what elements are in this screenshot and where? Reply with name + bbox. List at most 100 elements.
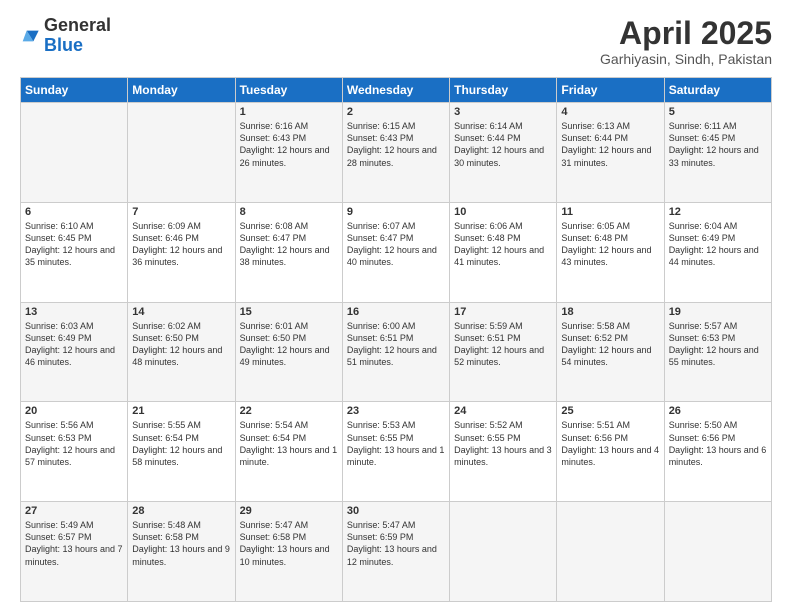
day-number: 2 [347,106,445,118]
day-number: 6 [25,206,123,218]
day-detail: Sunrise: 5:48 AMSunset: 6:58 PMDaylight:… [132,519,230,568]
day-number: 26 [669,405,767,417]
calendar-cell [21,103,128,203]
day-number: 5 [669,106,767,118]
day-detail: Sunrise: 6:01 AMSunset: 6:50 PMDaylight:… [240,320,338,369]
calendar-cell: 18Sunrise: 5:58 AMSunset: 6:52 PMDayligh… [557,302,664,402]
day-detail: Sunrise: 6:05 AMSunset: 6:48 PMDaylight:… [561,220,659,269]
day-number: 25 [561,405,659,417]
day-header-wednesday: Wednesday [342,78,449,103]
day-detail: Sunrise: 6:00 AMSunset: 6:51 PMDaylight:… [347,320,445,369]
calendar-cell [450,502,557,602]
day-number: 7 [132,206,230,218]
calendar-cell: 16 Sunrise: 6:00 AMSunset: 6:51 PMDayligh… [342,302,449,402]
day-number: 11 [561,206,659,218]
day-number: 15 [240,306,338,318]
day-header-tuesday: Tuesday [235,78,342,103]
calendar-cell: 4 Sunrise: 6:13 AMSunset: 6:44 PMDaylight… [557,103,664,203]
calendar-cell: 12 Sunrise: 6:04 AMSunset: 6:49 PMDayligh… [664,202,771,302]
day-number: 21 [132,405,230,417]
day-number: 12 [669,206,767,218]
day-detail: Sunrise: 6:10 AMSunset: 6:45 PMDaylight:… [25,220,123,269]
logo-icon [20,26,40,46]
week-row-5: 27 Sunrise: 5:49 AMSunset: 6:57 PMDayligh… [21,502,772,602]
logo-text-blue: Blue [44,35,83,55]
day-number: 13 [25,306,123,318]
calendar-cell: 25 Sunrise: 5:51 AMSunset: 6:56 PMDayligh… [557,402,664,502]
day-number: 24 [454,405,552,417]
day-number: 22 [240,405,338,417]
day-header-thursday: Thursday [450,78,557,103]
calendar-cell [128,103,235,203]
day-number: 3 [454,106,552,118]
day-number: 20 [25,405,123,417]
calendar-cell: 22 Sunrise: 5:54 AMSunset: 6:54 PMDayligh… [235,402,342,502]
calendar-cell: 3 Sunrise: 6:14 AMSunset: 6:44 PMDaylight… [450,103,557,203]
day-detail: Sunrise: 6:13 AMSunset: 6:44 PMDaylight:… [561,120,659,169]
page: General Blue April 2025 Garhiyasin, Sind… [0,0,792,612]
day-detail: Sunrise: 5:54 AMSunset: 6:54 PMDaylight:… [240,419,338,468]
main-title: April 2025 [600,16,772,51]
calendar-cell: 2 Sunrise: 6:15 AMSunset: 6:43 PMDaylight… [342,103,449,203]
week-row-2: 6 Sunrise: 6:10 AMSunset: 6:45 PMDaylight… [21,202,772,302]
subtitle: Garhiyasin, Sindh, Pakistan [600,51,772,67]
day-number: 30 [347,505,445,517]
day-header-saturday: Saturday [664,78,771,103]
day-detail: Sunrise: 6:14 AMSunset: 6:44 PMDaylight:… [454,120,552,169]
calendar-cell: 7 Sunrise: 6:09 AMSunset: 6:46 PMDaylight… [128,202,235,302]
calendar-cell: 19 Sunrise: 5:57 AMSunset: 6:53 PMDayligh… [664,302,771,402]
day-detail: Sunrise: 6:15 AMSunset: 6:43 PMDaylight:… [347,120,445,169]
day-detail: Sunrise: 6:08 AMSunset: 6:47 PMDaylight:… [240,220,338,269]
day-number: 16 [347,306,445,318]
calendar-cell: 29Sunrise: 5:47 AMSunset: 6:58 PMDayligh… [235,502,342,602]
calendar-cell: 13 Sunrise: 6:03 AMSunset: 6:49 PMDayligh… [21,302,128,402]
calendar-cell: 1Sunrise: 6:16 AMSunset: 6:43 PMDaylight… [235,103,342,203]
day-number: 10 [454,206,552,218]
day-detail: Sunrise: 6:04 AMSunset: 6:49 PMDaylight:… [669,220,767,269]
calendar-cell: 15 Sunrise: 6:01 AMSunset: 6:50 PMDayligh… [235,302,342,402]
day-detail: Sunrise: 5:59 AMSunset: 6:51 PMDaylight:… [454,320,552,369]
day-header-friday: Friday [557,78,664,103]
day-number: 17 [454,306,552,318]
day-detail: Sunrise: 6:03 AMSunset: 6:49 PMDaylight:… [25,320,123,369]
day-number: 27 [25,505,123,517]
day-number: 18 [561,306,659,318]
day-detail: Sunrise: 6:02 AMSunset: 6:50 PMDaylight:… [132,320,230,369]
header: General Blue April 2025 Garhiyasin, Sind… [20,16,772,67]
day-detail: Sunrise: 6:09 AMSunset: 6:46 PMDaylight:… [132,220,230,269]
day-detail: Sunrise: 5:50 AMSunset: 6:56 PMDaylight:… [669,419,767,468]
calendar-cell [557,502,664,602]
calendar-cell: 14 Sunrise: 6:02 AMSunset: 6:50 PMDayligh… [128,302,235,402]
week-row-1: 1Sunrise: 6:16 AMSunset: 6:43 PMDaylight… [21,103,772,203]
day-detail: Sunrise: 5:57 AMSunset: 6:53 PMDaylight:… [669,320,767,369]
calendar-cell: 9Sunrise: 6:07 AMSunset: 6:47 PMDaylight… [342,202,449,302]
day-number: 28 [132,505,230,517]
day-detail: Sunrise: 5:55 AMSunset: 6:54 PMDaylight:… [132,419,230,468]
day-header-monday: Monday [128,78,235,103]
day-detail: Sunrise: 5:49 AMSunset: 6:57 PMDaylight:… [25,519,123,568]
day-detail: Sunrise: 6:07 AMSunset: 6:47 PMDaylight:… [347,220,445,269]
day-detail: Sunrise: 5:51 AMSunset: 6:56 PMDaylight:… [561,419,659,468]
header-row: SundayMondayTuesdayWednesdayThursdayFrid… [21,78,772,103]
day-detail: Sunrise: 5:47 AMSunset: 6:59 PMDaylight:… [347,519,445,568]
logo-text-general: General [44,15,111,35]
calendar-cell: 21 Sunrise: 5:55 AMSunset: 6:54 PMDayligh… [128,402,235,502]
calendar-table: SundayMondayTuesdayWednesdayThursdayFrid… [20,77,772,602]
day-number: 4 [561,106,659,118]
day-number: 19 [669,306,767,318]
calendar-cell: 5 Sunrise: 6:11 AMSunset: 6:45 PMDaylight… [664,103,771,203]
calendar-cell: 28 Sunrise: 5:48 AMSunset: 6:58 PMDayligh… [128,502,235,602]
day-detail: Sunrise: 5:56 AMSunset: 6:53 PMDaylight:… [25,419,123,468]
day-number: 8 [240,206,338,218]
week-row-4: 20 Sunrise: 5:56 AMSunset: 6:53 PMDayligh… [21,402,772,502]
calendar-cell: 17 Sunrise: 5:59 AMSunset: 6:51 PMDayligh… [450,302,557,402]
week-row-3: 13 Sunrise: 6:03 AMSunset: 6:49 PMDayligh… [21,302,772,402]
day-detail: Sunrise: 6:11 AMSunset: 6:45 PMDaylight:… [669,120,767,169]
day-detail: Sunrise: 6:16 AMSunset: 6:43 PMDaylight:… [240,120,338,169]
day-detail: Sunrise: 5:53 AMSunset: 6:55 PMDaylight:… [347,419,445,468]
calendar-cell: 8 Sunrise: 6:08 AMSunset: 6:47 PMDaylight… [235,202,342,302]
calendar-cell [664,502,771,602]
calendar-cell: 30 Sunrise: 5:47 AMSunset: 6:59 PMDayligh… [342,502,449,602]
day-number: 14 [132,306,230,318]
calendar-cell: 10Sunrise: 6:06 AMSunset: 6:48 PMDayligh… [450,202,557,302]
